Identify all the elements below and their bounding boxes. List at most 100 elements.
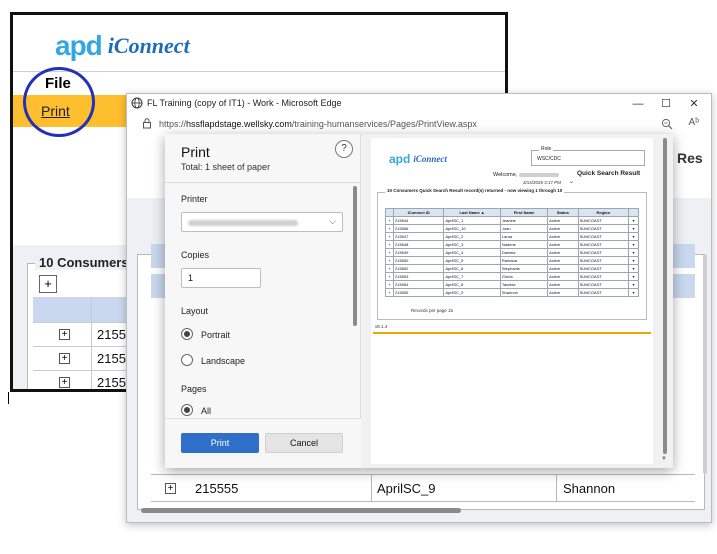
preview-role-label: Role (539, 146, 554, 152)
preview-logo-apd: apd (389, 152, 411, 166)
row-last-name: AprilSC_9 (377, 481, 436, 496)
settings-scrollbar[interactable] (353, 186, 357, 326)
expand-row-icon[interactable]: + (385, 280, 394, 289)
preview-col-first: First Name (499, 208, 549, 217)
expand-row-icon[interactable]: + (385, 256, 394, 265)
preview-results-table: iConnect ID Last Name ▲ First Name Statu… (385, 208, 639, 297)
row-first-name: Nadene (499, 240, 549, 249)
print-dialog: Print Total: 1 sheet of paper ? Printer … (165, 134, 673, 468)
expand-row-icon[interactable]: + (165, 483, 176, 494)
expand-row-icon[interactable]: + (385, 264, 394, 273)
expand-row-icon[interactable]: + (59, 377, 70, 388)
preview-user-redacted (518, 172, 559, 177)
expand-row-icon[interactable]: + (59, 329, 70, 340)
row-menu-chevron-icon[interactable]: ▾ (628, 288, 639, 297)
table-row[interactable]: +215550 AprilSC_5 Ramana Active SUNCOAST ▾ (385, 256, 639, 265)
copies-input[interactable]: 1 (181, 268, 261, 288)
row-id: 215555 (195, 481, 239, 496)
row-menu-chevron-icon[interactable]: ▾ (628, 256, 639, 265)
chevron-down-icon: ⌵ (329, 216, 336, 226)
row-menu-chevron-icon[interactable]: ▾ (628, 224, 639, 233)
row-first-name: Laura (499, 232, 549, 241)
preview-records-per-page: Records per page 15 (411, 308, 454, 313)
expand-row-icon[interactable]: + (385, 272, 394, 281)
url-path: /training-humanservices/Pages/PrintView.… (291, 119, 477, 129)
print-settings-panel: Print Total: 1 sheet of paper ? Printer … (165, 134, 361, 468)
preview-welcome-text: Welcome, (493, 172, 518, 178)
row-last-name: AprilSC_10 (443, 224, 501, 233)
table-row[interactable]: +215556 AprilSC_10 Joan Active SUNCOAST ▾ (385, 224, 639, 233)
row-region: SUNCOAST (577, 248, 630, 257)
table-row[interactable]: +215544 AprilSC_1 Jeanine Active SUNCOAST ▾ (385, 216, 639, 225)
table-row[interactable]: +215548 AprilSC_3 Nadene Active SUNCOAST ▾ (385, 240, 639, 249)
table-row[interactable]: +215547 AprilSC_2 Laura Active SUNCOAST ▾ (385, 232, 639, 241)
table-row[interactable]: + 215555 AprilSC_9 Shannon (151, 474, 695, 502)
row-menu-chevron-icon[interactable]: ▾ (628, 280, 639, 289)
row-first-name: Stephanie (499, 264, 549, 273)
row-first-name: Ramana (499, 256, 549, 265)
printer-label: Printer (181, 194, 208, 204)
printer-select[interactable]: ⌵ (181, 212, 343, 232)
row-last-name: AprilSC_6 (443, 264, 501, 273)
row-menu-chevron-icon[interactable]: ▾ (628, 216, 639, 225)
expand-row-icon[interactable]: + (385, 232, 394, 241)
maximize-button[interactable]: ☐ (655, 95, 677, 113)
row-region: SUNCOAST (577, 272, 630, 281)
landscape-radio[interactable] (181, 354, 193, 366)
row-first-name: Joan (499, 224, 549, 233)
row-menu-chevron-icon[interactable]: ▾ (628, 272, 639, 281)
table-row[interactable]: +215552 AprilSC_6 Stephanie Active SUNCOAST ▾ (385, 264, 639, 273)
minimize-button[interactable]: — (627, 95, 649, 113)
row-menu-chevron-icon[interactable]: ▾ (628, 264, 639, 273)
row-status: Active (547, 272, 579, 281)
read-aloud-icon[interactable]: Aᵇ (689, 117, 699, 128)
vertical-scrollbar[interactable] (703, 254, 707, 474)
table-row[interactable]: +215549 AprilSC_4 Daniela Active SUNCOAST ▾ (385, 248, 639, 257)
row-status: Active (547, 216, 579, 225)
row-menu-chevron-icon[interactable]: ▾ (628, 248, 639, 257)
zoom-icon[interactable] (661, 118, 673, 130)
expand-row-icon[interactable]: + (59, 353, 70, 364)
preview-scrollbar[interactable] (663, 138, 667, 454)
expand-row-icon[interactable]: + (385, 216, 394, 225)
expand-row-icon[interactable]: + (385, 248, 394, 257)
horizontal-scrollbar[interactable] (141, 508, 461, 513)
preview-col-expand (385, 208, 394, 217)
table-row[interactable]: +215554 AprilSC_8 Tacshia Active SUNCOAST ▾ (385, 280, 639, 289)
url-prefix: https:// (159, 119, 187, 129)
copies-label: Copies (181, 250, 210, 260)
cancel-button[interactable]: Cancel (265, 433, 343, 453)
row-region: SUNCOAST (577, 216, 630, 225)
expand-row-icon[interactable]: + (385, 288, 394, 297)
expand-row-icon[interactable]: + (385, 224, 394, 233)
row-status: Active (547, 232, 579, 241)
close-button[interactable]: ✕ (683, 95, 705, 113)
print-button[interactable]: Print (181, 433, 259, 453)
row-menu-chevron-icon[interactable]: ▾ (628, 232, 639, 241)
row-menu-chevron-icon[interactable]: ▾ (628, 240, 639, 249)
row-id: 215548 (392, 240, 445, 249)
scroll-down-icon[interactable]: ▼ (661, 456, 667, 462)
results-legend: 10 Consumers (35, 255, 133, 270)
table-row[interactable]: +215553 AprilSC_7 Gloria Active SUNCOAST ▾ (385, 272, 639, 281)
row-first-name: Shannon (563, 481, 616, 496)
row-id: 215556 (392, 224, 445, 233)
preview-table-header: iConnect ID Last Name ▲ First Name Statu… (385, 208, 639, 217)
url-text[interactable]: https://hssflapdstage.wellsky.com/traini… (159, 119, 477, 129)
expand-all-button[interactable]: + (39, 275, 57, 293)
row-id: 215554 (392, 280, 445, 289)
row-last-name: AprilSC_1 (443, 216, 501, 225)
url-host: hssflapdstage.wellsky.com (186, 119, 292, 129)
globe-icon (131, 97, 143, 109)
highlight-circle (23, 67, 95, 137)
preview-col-status: Status (547, 208, 579, 217)
table-row[interactable]: +215555 AprilSC_9 Shannon Active SUNCOAST ▾ (385, 288, 639, 297)
expand-row-icon[interactable]: + (385, 240, 394, 249)
all-pages-radio[interactable] (181, 404, 193, 416)
help-icon[interactable]: ? (335, 140, 353, 158)
address-bar[interactable]: https://hssflapdstage.wellsky.com/traini… (127, 114, 711, 134)
print-dialog-footer: Print Cancel (165, 418, 361, 468)
title-bar: FL Training (copy of IT1) - Work - Micro… (127, 94, 711, 114)
row-region: SUNCOAST (577, 264, 630, 273)
portrait-radio[interactable] (181, 328, 193, 340)
